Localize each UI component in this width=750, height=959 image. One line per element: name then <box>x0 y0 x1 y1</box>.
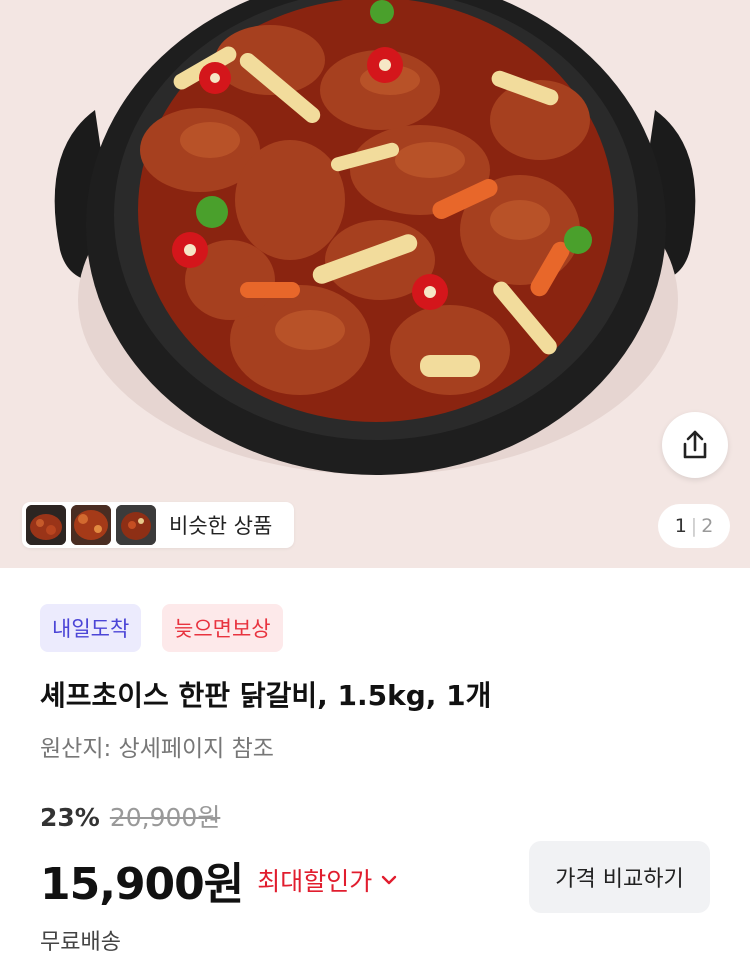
product-image-gallery[interactable]: 비슷한 상품 1 | 2 <box>0 0 750 568</box>
discount-rate: 23% <box>40 803 100 832</box>
image-pager: 1 | 2 <box>658 504 730 548</box>
arrival-badge: 내일도착 <box>40 604 142 652</box>
pager-separator: | <box>690 515 698 537</box>
product-photo <box>54 0 696 475</box>
max-discount-toggle[interactable]: 최대할인가 <box>257 862 398 898</box>
shipping-info: 무료배송 <box>40 930 121 955</box>
original-price: 20,900원 <box>109 803 221 832</box>
product-title: 셰프초이스 한판 닭갈비, 1.5kg, 1개 <box>40 679 492 712</box>
pager-current: 1 <box>674 515 687 537</box>
similar-products-button[interactable]: 비슷한 상품 <box>22 502 294 548</box>
similar-product-thumbnail <box>26 505 66 545</box>
similar-products-label: 비슷한 상품 <box>169 514 273 538</box>
price-row: 15,900원 최대할인가 <box>40 848 398 912</box>
similar-product-thumbnail <box>116 505 156 545</box>
similar-product-thumbnail <box>71 505 111 545</box>
late-compensation-badge: 늦으면보상 <box>162 604 283 652</box>
sale-price: 15,900원 <box>40 859 244 910</box>
share-icon <box>683 430 707 459</box>
price-compare-button[interactable]: 가격 비교하기 <box>529 841 710 913</box>
product-origin: 원산지: 상세페이지 참조 <box>40 736 274 762</box>
pager-total: 2 <box>701 515 714 537</box>
share-button[interactable] <box>662 412 728 478</box>
max-discount-label: 최대할인가 <box>257 867 373 896</box>
discount-row: 23% 20,900원 <box>40 798 220 834</box>
chevron-down-icon <box>382 875 397 885</box>
